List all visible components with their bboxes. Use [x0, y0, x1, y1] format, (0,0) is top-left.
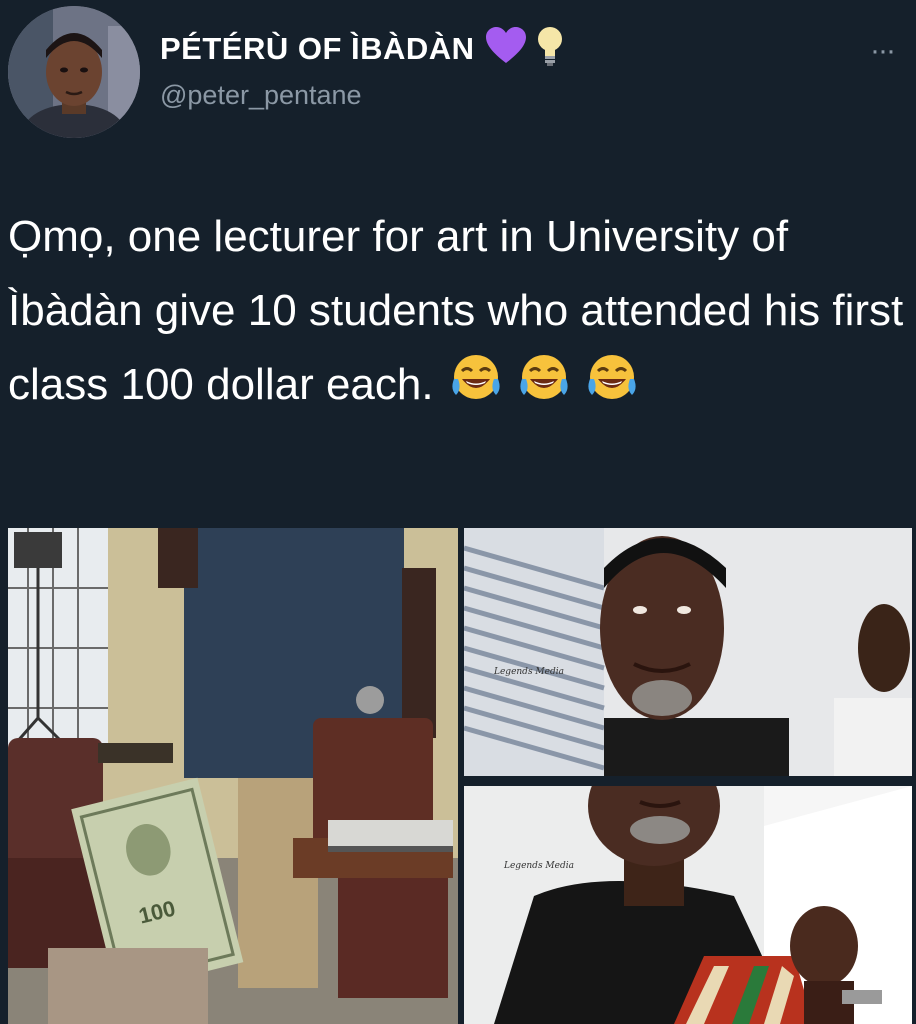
face-with-tears-of-joy-icon: [518, 353, 570, 428]
media-grid: 100 Legends Media Legends Media: [8, 528, 912, 1024]
avatar-photo: [8, 6, 140, 138]
lecturer-in-classroom-photo[interactable]: 100: [8, 528, 458, 1024]
tweet-text: Ọmọ, one lecturer for art in University …: [8, 200, 908, 428]
lecturer-speaking-photo[interactable]: Legends Media: [464, 786, 912, 1024]
more-options-button[interactable]: ···: [870, 34, 896, 68]
purple-heart-icon: [485, 27, 527, 70]
author-name-row: PÉTÉRÙ OF ÌBÀDÀN: [160, 26, 563, 71]
watermark-text: Legends Media: [503, 861, 574, 871]
more-icon: ···: [870, 34, 896, 67]
face-with-tears-of-joy-icon: [450, 353, 502, 428]
lightbulb-icon: [537, 26, 563, 71]
face-with-tears-of-joy-icon: [586, 353, 638, 428]
avatar[interactable]: [8, 6, 140, 138]
author-handle[interactable]: @peter_pentane: [160, 80, 362, 111]
lecturer-portrait-photo[interactable]: Legends Media: [464, 528, 912, 776]
watermark-text: Legends Media: [493, 667, 564, 677]
author-display-name[interactable]: PÉTÉRÙ OF ÌBÀDÀN: [160, 31, 475, 67]
